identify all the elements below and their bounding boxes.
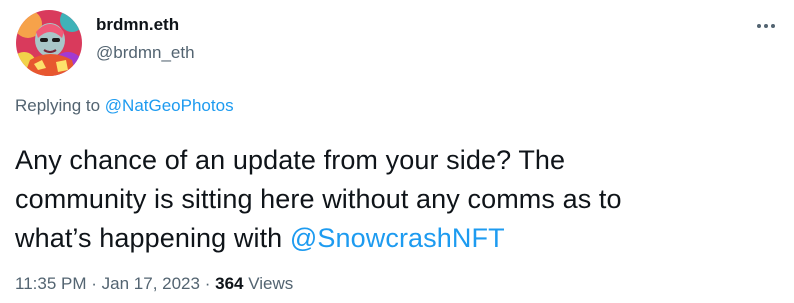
views-label: Views (248, 274, 294, 293)
tweet: brdmn.eth @brdmn_eth Replying to @NatGeo… (0, 0, 794, 303)
tweet-mention-link[interactable]: @SnowcrashNFT (290, 223, 505, 253)
tweet-meta: 11:35 PM · Jan 17, 2023 · 364 Views (15, 274, 293, 294)
more-horizontal-icon (757, 24, 775, 28)
avatar-image (16, 10, 82, 76)
tweet-text-line: what’s happening with @SnowcrashNFT (15, 219, 785, 258)
tweet-time: 11:35 PM (15, 274, 87, 293)
avatar[interactable] (16, 10, 82, 76)
tweet-text-segment: what’s happening with (15, 223, 283, 253)
reply-context: Replying to @NatGeoPhotos (15, 96, 234, 116)
meta-separator: · (204, 274, 211, 293)
tweet-text-line: community is sitting here without any co… (15, 184, 622, 214)
author-display-name[interactable]: brdmn.eth (96, 15, 179, 35)
tweet-text-line: Any chance of an update from your side? … (15, 145, 566, 175)
tweet-date: Jan 17, 2023 (101, 274, 200, 293)
more-options-button[interactable] (752, 16, 780, 36)
reply-context-prefix: Replying to (15, 96, 101, 115)
reply-mention-link[interactable]: @NatGeoPhotos (105, 96, 234, 115)
views-count: 364 (215, 274, 244, 293)
author-handle[interactable]: @brdmn_eth (96, 43, 195, 63)
meta-separator: · (91, 274, 97, 293)
tweet-time-link[interactable]: 11:35 PM · Jan 17, 2023 (15, 274, 200, 293)
tweet-text: Any chance of an update from your side? … (15, 141, 785, 258)
